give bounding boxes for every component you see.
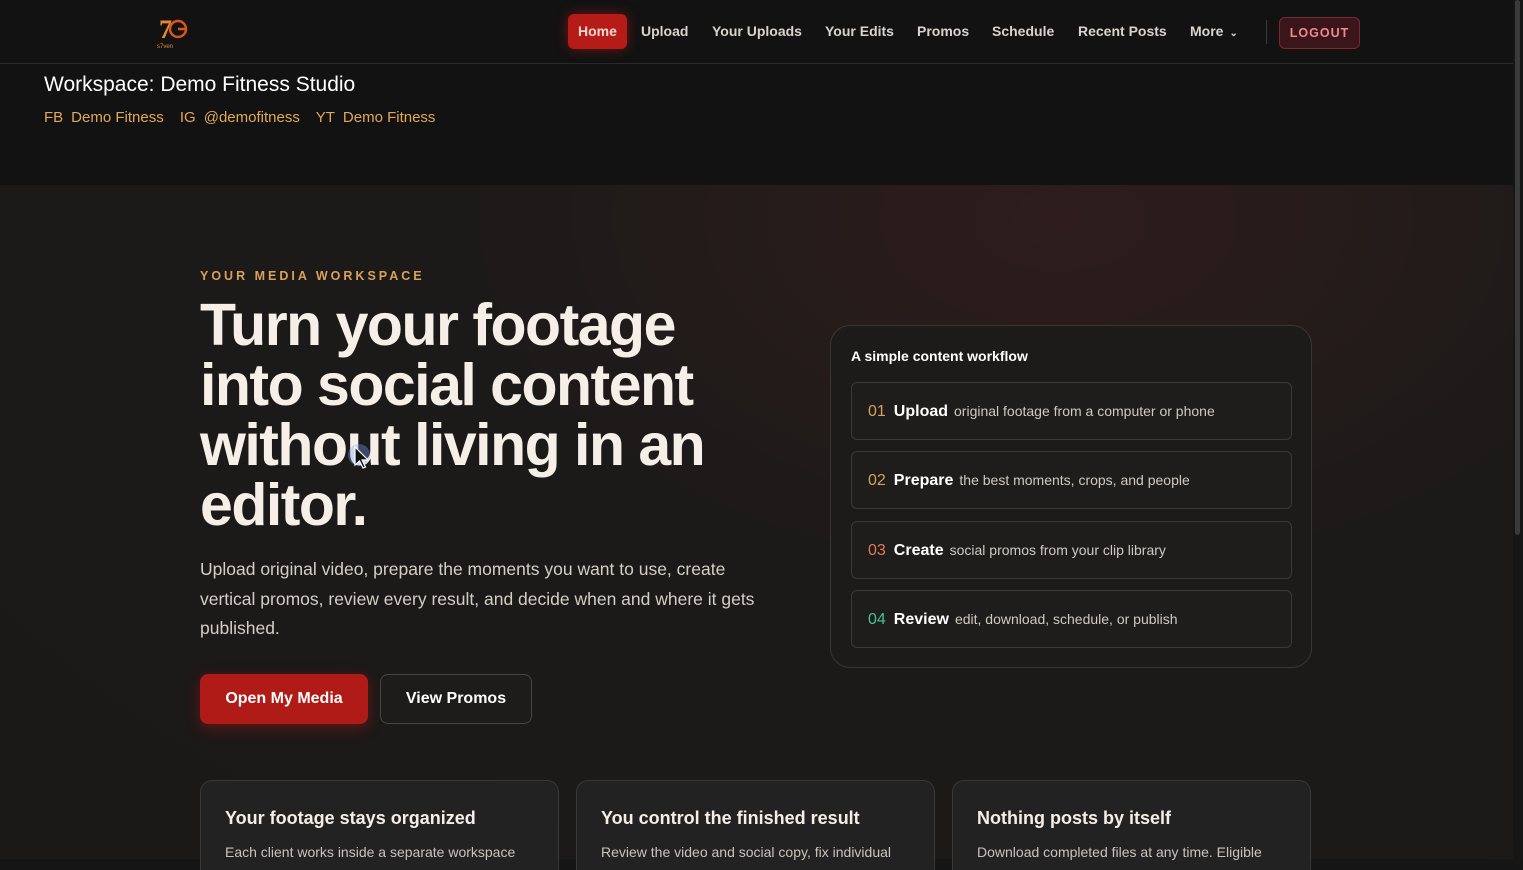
step-number: 02: [868, 472, 886, 489]
feature-card-text: Download completed files at any time. El…: [977, 844, 1262, 860]
feature-card-text: Each client works inside a separate work…: [225, 844, 516, 860]
nav-home[interactable]: Home: [568, 14, 627, 49]
step-description: original footage from a computer or phon…: [954, 403, 1215, 419]
logo-text: s7ven: [157, 44, 173, 50]
hero-section: YOUR MEDIA WORKSPACE Turn your footage i…: [0, 185, 1513, 870]
nav-more[interactable]: More ⌄: [1180, 14, 1248, 49]
workflow-title: A simple content workflow: [851, 348, 1028, 364]
workspace-title: Workspace: Demo Fitness Studio: [44, 73, 356, 96]
step-name: Review: [893, 611, 949, 628]
account-link-fb[interactable]: Demo Fitness: [71, 109, 164, 126]
feature-card-organized: Your footage stays organized Each client…: [200, 780, 559, 870]
page-scrollbar[interactable]: [1513, 0, 1523, 859]
nav-your-uploads[interactable]: Your Uploads: [702, 14, 812, 49]
nav-upload[interactable]: Upload: [631, 14, 698, 49]
step-name: Create: [893, 542, 944, 559]
chevron-down-icon: ⌄: [1229, 28, 1238, 39]
feature-card-control: You control the finished result Review t…: [576, 780, 935, 870]
platform-label-fb: FB: [44, 109, 64, 126]
step-number: 01: [868, 403, 886, 420]
view-promos-button[interactable]: View Promos: [380, 674, 532, 724]
hero-subcopy: Upload original video, prepare the momen…: [200, 559, 755, 638]
account-link-yt[interactable]: Demo Fitness: [343, 109, 436, 126]
workflow-card: A simple content workflow 01 Upload origin…: [830, 325, 1312, 668]
hero-eyebrow: YOUR MEDIA WORKSPACE: [200, 269, 425, 283]
step-description: the best moments, crops, and people: [959, 472, 1190, 488]
mouse-cursor-icon: [347, 443, 379, 475]
workflow-step-review: 04 Review edit, download, schedule, or pub…: [851, 590, 1292, 648]
step-number: 04: [868, 611, 886, 628]
step-number: 03: [868, 542, 886, 559]
top-navigation: 7 s7ven Home Upload Your Uploads Your Ed…: [0, 0, 1523, 64]
feature-card-title: You control the finished result: [601, 808, 860, 828]
account-link-ig[interactable]: @demofitness: [204, 109, 300, 126]
feature-card-text: Review the video and social copy, fix in…: [601, 844, 892, 860]
platform-label-ig: IG: [179, 109, 196, 126]
logout-button[interactable]: LOGOUT: [1279, 17, 1360, 49]
open-my-media-button[interactable]: Open My Media: [200, 674, 368, 724]
nav-promos[interactable]: Promos: [907, 14, 979, 49]
workspace-accounts: FB Demo Fitness IG @demofitness YT Demo Fit…: [44, 109, 447, 126]
feature-card-title: Nothing posts by itself: [977, 808, 1172, 828]
step-description: social promos from your clip library: [949, 542, 1166, 558]
feature-card-title: Your footage stays organized: [225, 808, 476, 828]
nav-your-edits[interactable]: Your Edits: [815, 14, 904, 49]
hero-headline: Turn your footage into social content wi…: [200, 292, 706, 538]
brand-logo[interactable]: 7 s7ven: [156, 12, 192, 50]
workspace-header: Workspace: Demo Fitness Studio FB Demo Fi…: [0, 64, 1523, 185]
workflow-step-prepare: 02 Prepare the best moments, crops, and pe…: [851, 451, 1292, 509]
step-name: Upload: [893, 403, 949, 420]
nav-divider: [1266, 20, 1267, 44]
nav-schedule[interactable]: Schedule: [982, 14, 1064, 49]
nav-recent-posts[interactable]: Recent Posts: [1068, 14, 1177, 49]
workflow-step-upload: 01 Upload original footage from a computer…: [851, 382, 1292, 440]
step-name: Prepare: [893, 472, 954, 489]
feature-card-nothing-posts: Nothing posts by itself Download complet…: [952, 780, 1311, 870]
nav-more-label: More: [1190, 23, 1224, 39]
scrollbar-thumb[interactable]: [1515, 0, 1520, 535]
workflow-step-create: 03 Create social promos from your clip lib…: [851, 521, 1292, 579]
step-description: edit, download, schedule, or publish: [954, 611, 1178, 627]
platform-label-yt: YT: [315, 109, 335, 126]
